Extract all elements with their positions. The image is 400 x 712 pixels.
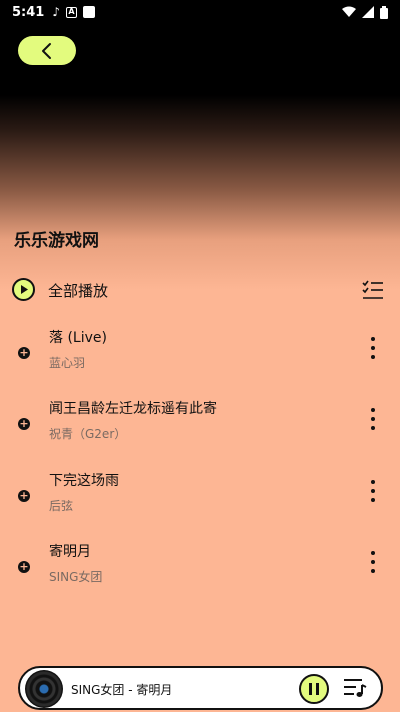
status-bar: 5:41 ♪ A: [0, 0, 400, 24]
playlist-title: 乐乐游戏网: [14, 231, 99, 251]
more-vertical-icon[interactable]: [364, 337, 382, 359]
app-square-icon: [83, 6, 96, 18]
system-icons: [342, 5, 388, 19]
song-title: 下完这场雨: [49, 473, 119, 489]
playlist-queue-icon[interactable]: [343, 677, 367, 699]
add-icon[interactable]: +: [18, 418, 30, 430]
play-all-row[interactable]: 全部播放: [0, 276, 400, 304]
now-playing-text[interactable]: SING女团 - 寄明月: [71, 681, 172, 698]
song-artist: 祝青（G2er）: [49, 427, 127, 441]
more-vertical-icon[interactable]: [364, 551, 382, 573]
song-item[interactable]: + 闻王昌龄左迁龙标遥有此寄 祝青（G2er）: [0, 398, 400, 448]
multi-select-icon[interactable]: [362, 279, 384, 301]
song-item[interactable]: + 寄明月 SING女团: [0, 541, 400, 591]
play-icon[interactable]: [12, 278, 35, 301]
pause-button[interactable]: [299, 674, 329, 704]
signal-icon: [362, 6, 374, 18]
mini-player[interactable]: SING女团 - 寄明月: [18, 666, 383, 710]
album-art-vinyl-icon[interactable]: [25, 670, 63, 708]
play-all-label[interactable]: 全部播放: [48, 280, 108, 301]
song-title: 寄明月: [49, 544, 91, 560]
song-artist: 蓝心羽: [49, 356, 86, 370]
add-icon[interactable]: +: [18, 561, 30, 573]
chevron-left-icon: [42, 42, 51, 59]
song-title: 落 (Live): [49, 330, 107, 346]
battery-icon: [380, 5, 388, 19]
app-a-icon: A: [66, 6, 78, 18]
song-item[interactable]: + 下完这场雨 后弦: [0, 470, 400, 520]
more-vertical-icon[interactable]: [364, 408, 382, 430]
wifi-icon: [342, 6, 356, 17]
status-time: 5:41: [12, 4, 45, 20]
notification-icons: ♪ A: [52, 5, 96, 19]
add-icon[interactable]: +: [18, 347, 30, 359]
back-button[interactable]: [18, 36, 76, 65]
music-note-icon: ♪: [52, 5, 61, 19]
song-item[interactable]: + 落 (Live) 蓝心羽: [0, 327, 400, 377]
add-icon[interactable]: +: [18, 490, 30, 502]
song-artist: SING女团: [49, 570, 103, 584]
song-artist: 后弦: [49, 499, 74, 513]
more-vertical-icon[interactable]: [364, 480, 382, 502]
song-title: 闻王昌龄左迁龙标遥有此寄: [49, 401, 217, 417]
